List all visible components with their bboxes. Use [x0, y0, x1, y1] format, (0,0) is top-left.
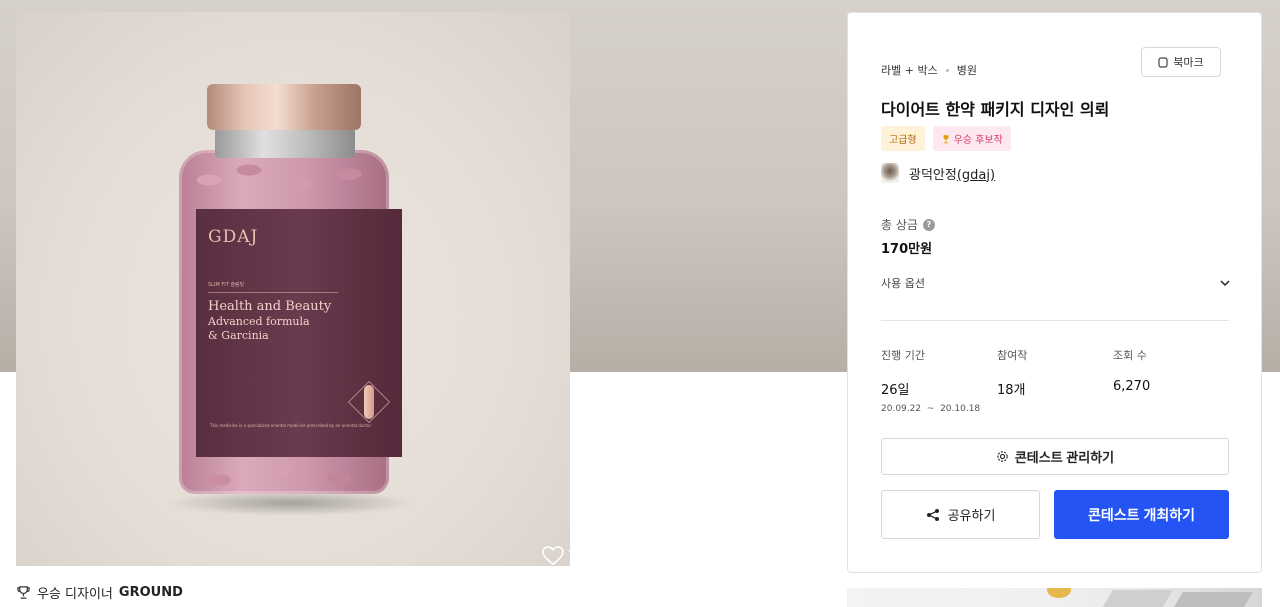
jar-neck — [215, 128, 355, 158]
tier-badge: 고급형 — [881, 126, 925, 151]
winner-name[interactable]: GROUND — [119, 585, 183, 600]
share-button[interactable]: 공유하기 — [881, 490, 1040, 539]
manage-contest-button[interactable]: 콘테스트 관리하기 — [881, 438, 1229, 475]
contest-info-panel: 라벨 + 박스 병원 북마크 다이어트 한약 패키지 디자인 의뢰 고급형 우승… — [847, 12, 1262, 573]
bookmark-button[interactable]: 북마크 — [1141, 47, 1221, 77]
stat-entries-label: 참여작 — [997, 349, 1028, 362]
chevron-down-icon — [1220, 280, 1230, 287]
jar-label: GDAJ SLIM FIT 슬림핏 Health and Beauty Adva… — [196, 209, 402, 457]
breadcrumb-category[interactable]: 라벨 + 박스 — [881, 62, 938, 78]
usage-options-label: 사용 옵션 — [881, 277, 925, 290]
jar-cap — [207, 84, 361, 130]
prize-label: 총 상금 ? — [881, 216, 935, 233]
preview-shape — [1101, 590, 1173, 607]
jar-small-text: SLIM FIT 슬림핏 — [208, 281, 338, 293]
winner-candidate-badge: 우승 후보작 — [932, 126, 1011, 151]
help-icon[interactable]: ? — [922, 218, 935, 231]
preview-shape — [1171, 592, 1253, 607]
stat-entries: 참여작 18개 — [997, 347, 1113, 414]
bookmark-label: 북마크 — [1173, 57, 1204, 69]
prize-value: 170만원 — [881, 242, 933, 257]
avatar — [881, 163, 899, 183]
next-card-preview[interactable] — [847, 588, 1262, 607]
breadcrumb-separator — [945, 68, 949, 72]
heart-icon — [542, 546, 564, 566]
host-name: 광덕안정 — [909, 167, 957, 183]
share-icon — [926, 508, 939, 521]
like-button[interactable]: 7 — [542, 546, 570, 566]
stat-views-label: 조회 수 — [1113, 349, 1147, 362]
stat-views-value: 6,270 — [1113, 379, 1151, 394]
stat-period-range: 20.09.22 ~ 20.10.18 — [881, 404, 981, 414]
jar-line3: & Garcinia — [208, 329, 269, 342]
jar-capsule-mark — [364, 385, 374, 419]
contest-stats: 진행 기간 26일 20.09.22 ~ 20.10.18 참여작 18개 조회… — [881, 347, 1231, 414]
share-label: 공유하기 — [947, 508, 996, 523]
product-image[interactable]: GDAJ SLIM FIT 슬림핏 Health and Beauty Adva… — [16, 12, 570, 566]
stat-period-value: 26일 — [881, 383, 910, 398]
host-info[interactable]: 광덕안정(gdaj) — [881, 163, 995, 183]
preview-shape — [1047, 588, 1071, 598]
winner-label: 우승 디자이너 — [37, 587, 113, 602]
jar-line1: Health and Beauty — [208, 299, 332, 314]
host-id: (gdaj) — [956, 167, 996, 183]
gear-icon — [997, 451, 1008, 462]
stat-period-label: 진행 기간 — [881, 349, 925, 362]
host-contest-button[interactable]: 콘테스트 개최하기 — [1054, 490, 1229, 539]
jar-line2: Advanced formula — [208, 315, 310, 328]
winner-candidate-label: 우승 후보작 — [953, 135, 1003, 146]
bookmark-icon — [1158, 56, 1168, 68]
usage-options-toggle[interactable]: 사용 옵션 — [881, 275, 1231, 291]
contest-title: 다이어트 한약 패키지 디자인 의뢰 — [881, 100, 1110, 119]
badges: 고급형 우승 후보작 — [881, 126, 1011, 151]
breadcrumb-industry[interactable]: 병원 — [957, 62, 977, 78]
stat-views: 조회 수 6,270 — [1113, 347, 1229, 414]
winner-designer: 우승 디자이너 GROUND — [16, 583, 183, 602]
jar-brand: GDAJ — [208, 227, 259, 247]
jar-foot-text: This medicine is a specialized oriental … — [210, 423, 372, 428]
stat-entries-value: 18개 — [997, 383, 1026, 398]
trophy-icon — [17, 586, 30, 599]
stat-period: 진행 기간 26일 20.09.22 ~ 20.10.18 — [881, 347, 997, 414]
trophy-icon — [943, 134, 949, 143]
divider — [881, 320, 1229, 321]
prize-label-text: 총 상금 — [881, 218, 918, 232]
breadcrumb: 라벨 + 박스 병원 — [881, 62, 977, 78]
manage-contest-label: 콘테스트 관리하기 — [1014, 450, 1115, 465]
like-count: 7 — [568, 549, 570, 564]
